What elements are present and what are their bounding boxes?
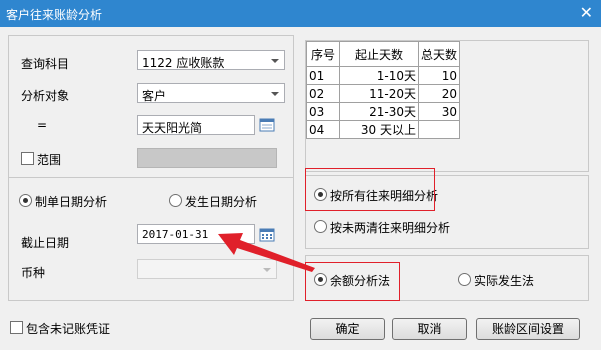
unsettled-detail-label: 按未两清往来明细分析 bbox=[330, 221, 451, 235]
include-unposted-checkbox[interactable] bbox=[10, 321, 23, 334]
reference-lookup-icon[interactable] bbox=[259, 117, 275, 133]
billing-date-radio[interactable] bbox=[19, 194, 32, 207]
cell-range[interactable]: 11-20天 bbox=[339, 84, 419, 103]
billing-date-label: 制单日期分析 bbox=[35, 195, 108, 209]
interval-settings-button[interactable]: 账龄区间设置 bbox=[476, 318, 580, 340]
cell-total[interactable] bbox=[418, 120, 460, 139]
range-checkbox[interactable] bbox=[21, 152, 34, 165]
cell-no: 04 bbox=[306, 120, 340, 139]
header-no: 序号 bbox=[306, 41, 340, 67]
occurrence-date-label: 发生日期分析 bbox=[185, 195, 258, 209]
cell-no: 02 bbox=[306, 84, 340, 103]
dialog-body: 查询科目 1122 应收账款 分析对象 客户 = 天天阳光简 范围 制单日期分析… bbox=[0, 27, 601, 350]
cell-range[interactable]: 30 天以上 bbox=[339, 120, 419, 139]
cell-total[interactable]: 10 bbox=[418, 66, 460, 85]
occurrence-date-radio[interactable] bbox=[169, 194, 182, 207]
cell-no: 03 bbox=[306, 102, 340, 121]
header-total: 总天数 bbox=[418, 41, 460, 67]
cell-range[interactable]: 21-30天 bbox=[339, 102, 419, 121]
table-row[interactable]: 01 1-10天 10 bbox=[306, 66, 460, 85]
highlight-box bbox=[305, 168, 435, 211]
cell-total[interactable]: 20 bbox=[418, 84, 460, 103]
table-row[interactable]: 04 30 天以上 bbox=[306, 120, 460, 139]
range-field bbox=[137, 148, 277, 168]
cell-total[interactable]: 30 bbox=[418, 102, 460, 121]
window-title: 客户往来账龄分析 bbox=[6, 8, 103, 22]
actual-method-radio[interactable] bbox=[458, 273, 471, 286]
equals-label: = bbox=[37, 118, 48, 132]
customer-input[interactable]: 天天阳光简 bbox=[137, 115, 255, 135]
table-row[interactable]: 02 11-20天 20 bbox=[306, 84, 460, 103]
table-row[interactable]: 03 21-30天 30 bbox=[306, 102, 460, 121]
customer-value: 天天阳光简 bbox=[142, 121, 203, 135]
table-header-row: 序号 起止天数 总天数 bbox=[306, 41, 460, 67]
cell-no: 01 bbox=[306, 66, 340, 85]
annotation-arrow bbox=[218, 233, 315, 272]
query-group: 查询科目 1122 应收账款 分析对象 客户 = 天天阳光简 范围 bbox=[8, 35, 294, 178]
subject-value: 1122 应收账款 bbox=[142, 56, 225, 70]
cell-range[interactable]: 1-10天 bbox=[339, 66, 419, 85]
object-value: 客户 bbox=[142, 89, 167, 103]
subject-select[interactable]: 1122 应收账款 bbox=[137, 50, 285, 70]
actual-method-label: 实际发生法 bbox=[474, 274, 535, 288]
chevron-down-icon bbox=[271, 92, 279, 96]
aging-interval-table: 序号 起止天数 总天数 01 1-10天 10 02 11-20天 20 03 … bbox=[306, 41, 460, 139]
currency-label: 币种 bbox=[21, 266, 46, 280]
subject-label: 查询科目 bbox=[21, 57, 70, 71]
header-range: 起止天数 bbox=[339, 41, 419, 67]
deadline-value: 2017-01-31 bbox=[142, 228, 209, 241]
deadline-label: 截止日期 bbox=[21, 236, 70, 250]
include-unposted-label: 包含未记账凭证 bbox=[26, 322, 111, 336]
cancel-button[interactable]: 取消 bbox=[392, 318, 467, 340]
title-bar: 客户往来账龄分析 ✕ bbox=[0, 0, 601, 27]
range-label: 范围 bbox=[37, 153, 62, 167]
close-icon[interactable]: ✕ bbox=[580, 3, 593, 23]
object-select[interactable]: 客户 bbox=[137, 83, 285, 103]
ok-button[interactable]: 确定 bbox=[310, 318, 385, 340]
object-label: 分析对象 bbox=[21, 89, 70, 103]
chevron-down-icon bbox=[271, 59, 279, 63]
